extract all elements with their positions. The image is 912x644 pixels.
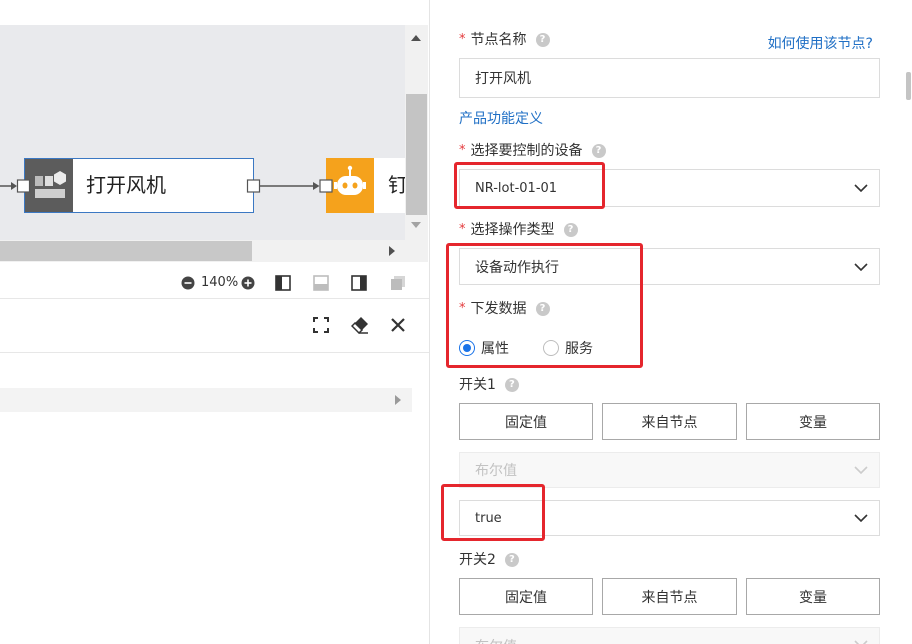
radio-button[interactable] xyxy=(543,340,559,356)
send-data-label: * 下发数据 xyxy=(459,299,550,319)
canvas-vertical-scrollbar[interactable] xyxy=(405,25,428,262)
fullscreen-icon[interactable] xyxy=(313,317,329,333)
node-name-input[interactable] xyxy=(459,58,880,98)
canvas-horizontal-scrollbar[interactable] xyxy=(0,240,405,262)
chevron-down-icon xyxy=(854,466,868,474)
help-icon[interactable] xyxy=(591,144,606,158)
device-label: * 选择要控制的设备 xyxy=(459,141,606,161)
switch-1-value: true xyxy=(475,510,502,526)
node-name-label: * 节点名称 xyxy=(459,30,550,50)
pane-divider[interactable] xyxy=(429,0,430,644)
zoom-out-icon[interactable] xyxy=(181,276,195,290)
collapsed-panel-bar[interactable] xyxy=(0,388,412,412)
switch-2-variable-button[interactable]: 变量 xyxy=(746,578,880,615)
switch-1-fixed-value-button[interactable]: 固定值 xyxy=(459,403,593,440)
chevron-down-icon xyxy=(854,514,868,522)
required-mark: * xyxy=(459,143,466,158)
zoom-in-icon[interactable] xyxy=(241,276,255,290)
flow-editor-pane: 打开风机 钉 140% xyxy=(0,0,429,644)
eraser-icon[interactable] xyxy=(351,316,369,334)
help-icon[interactable] xyxy=(535,302,550,316)
scrollbar-thumb[interactable] xyxy=(406,94,427,215)
flow-connections xyxy=(0,179,333,193)
switch-2-label: 开关2 xyxy=(459,550,519,570)
flow-canvas[interactable]: 打开风机 钉 xyxy=(0,25,405,240)
switch-1-label: 开关1 xyxy=(459,375,519,395)
required-mark: * xyxy=(459,32,466,47)
divider xyxy=(0,298,429,299)
device-label-text: 选择要控制的设备 xyxy=(470,143,583,159)
layout-left-panel-icon[interactable] xyxy=(275,275,291,291)
switch-1-variable-button[interactable]: 变量 xyxy=(746,403,880,440)
switch-1-value-select[interactable]: true xyxy=(459,500,880,536)
zoom-level: 140% xyxy=(201,275,239,290)
scroll-up-arrow-icon[interactable] xyxy=(411,35,421,41)
radio-label: 服务 xyxy=(565,341,593,357)
radio-attribute[interactable]: 属性 xyxy=(459,339,509,357)
operation-type-label-text: 选择操作类型 xyxy=(470,222,555,238)
radio-label: 属性 xyxy=(481,341,509,357)
switch-1-label-text: 开关1 xyxy=(459,377,496,393)
switch-2-label-text: 开关2 xyxy=(459,552,496,568)
help-icon[interactable] xyxy=(504,378,519,392)
copy-icon[interactable] xyxy=(390,275,406,291)
required-mark: * xyxy=(459,301,466,316)
scroll-down-arrow-icon[interactable] xyxy=(411,222,421,228)
radio-service[interactable]: 服务 xyxy=(543,339,593,357)
help-icon[interactable] xyxy=(504,553,519,567)
switch-1-from-node-button[interactable]: 来自节点 xyxy=(602,403,737,440)
chevron-down-icon xyxy=(854,640,868,644)
radio-button[interactable] xyxy=(459,340,475,356)
expand-right-arrow-icon[interactable] xyxy=(395,395,401,405)
switch-1-type-select: 布尔值 xyxy=(459,452,880,488)
operation-type-select[interactable]: 设备动作执行 xyxy=(459,248,880,285)
switch-1-type-placeholder: 布尔值 xyxy=(475,463,517,479)
send-data-label-text: 下发数据 xyxy=(470,301,527,317)
switch-2-type-select: 布尔值 xyxy=(459,627,880,644)
layout-right-panel-icon[interactable] xyxy=(351,275,367,291)
divider xyxy=(0,352,429,353)
switch-2-type-placeholder: 布尔值 xyxy=(475,636,517,644)
scrollbar-thumb[interactable] xyxy=(0,241,252,261)
properties-scrollbar-thumb[interactable] xyxy=(906,72,911,100)
chevron-down-icon xyxy=(854,262,868,271)
switch-2-from-node-button[interactable]: 来自节点 xyxy=(602,578,737,615)
close-icon[interactable] xyxy=(390,317,406,333)
device-select-value: NR-lot-01-01 xyxy=(475,180,558,196)
operation-type-select-value: 设备动作执行 xyxy=(475,259,559,276)
node-name-label-text: 节点名称 xyxy=(470,32,527,48)
how-to-use-node-link[interactable]: 如何使用该节点? xyxy=(768,34,873,54)
product-function-definition-link[interactable]: 产品功能定义 xyxy=(459,109,543,129)
help-icon[interactable] xyxy=(563,223,578,237)
scroll-right-arrow-icon[interactable] xyxy=(389,246,395,256)
layout-bottom-panel-icon[interactable] xyxy=(313,275,329,291)
required-mark: * xyxy=(459,222,466,237)
operation-type-label: * 选择操作类型 xyxy=(459,220,578,240)
chevron-down-icon xyxy=(854,184,868,192)
device-select[interactable]: NR-lot-01-01 xyxy=(459,169,880,207)
help-icon[interactable] xyxy=(535,33,550,47)
switch-2-fixed-value-button[interactable]: 固定值 xyxy=(459,578,593,615)
